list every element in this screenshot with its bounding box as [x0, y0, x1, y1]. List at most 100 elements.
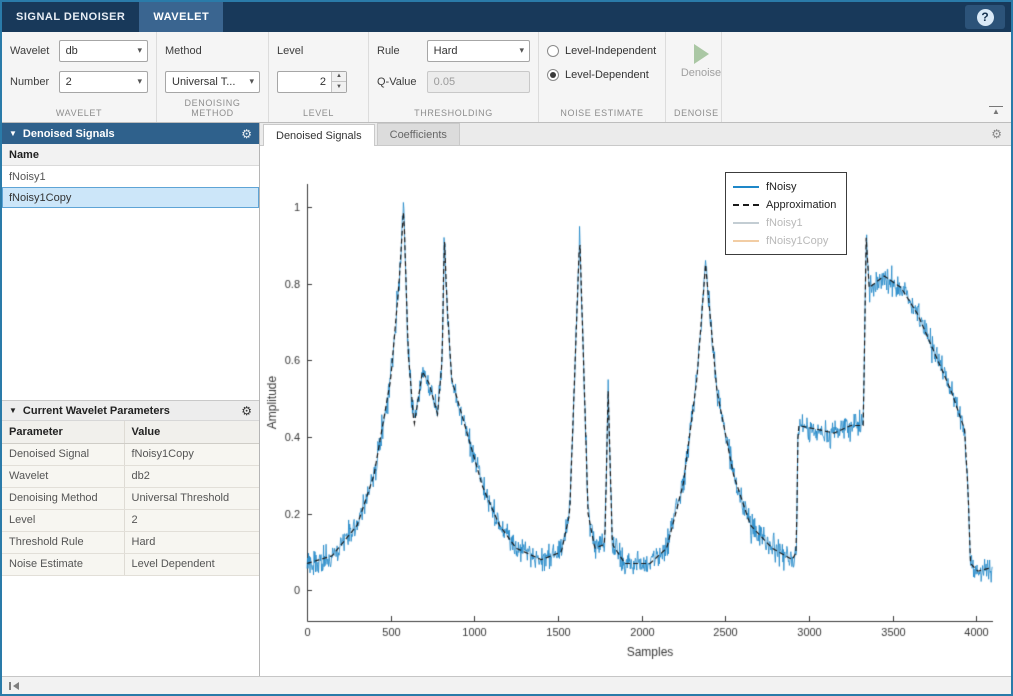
wavelet-dropdown-value: db	[65, 44, 78, 57]
toolstrip-section-wavelet: Wavelet db ▾ Number 2 ▾ WAVELET	[2, 32, 157, 122]
section-label-wavelet: WAVELET	[55, 108, 103, 118]
qvalue-label: Q-Value	[377, 75, 417, 88]
param-value: Level Dependent	[124, 553, 259, 576]
collapse-triangle-icon[interactable]: ▼	[9, 406, 17, 415]
rule-dropdown-value: Hard	[433, 44, 458, 57]
spinner-down-icon[interactable]: ▼	[332, 82, 346, 92]
denoised-signals-header[interactable]: ▼ Denoised Signals ⚙	[2, 123, 259, 144]
spinner-up-icon[interactable]: ▲	[332, 71, 346, 82]
toolstrip-section-noise-estimate: Level-Independent Level-Dependent NOISE …	[539, 32, 666, 122]
toolstrip-section-thresholding: Rule Hard ▾ Q-Value 0.05 THRESHOLDING	[369, 32, 539, 122]
plot-area: fNoisy Approximation fNoisy1 fNoisy1Copy	[260, 146, 1011, 676]
left-panel: ▼ Denoised Signals ⚙ Name fNoisy1 fNoisy…	[2, 123, 260, 676]
tab-coefficients[interactable]: Coefficients	[376, 123, 460, 145]
help-area: ?	[959, 2, 1011, 32]
chevron-down-icon: ▾	[519, 45, 524, 55]
document-tab-bar: Denoised Signals Coefficients ⚙	[260, 123, 1011, 146]
tab-signal-denoiser[interactable]: SIGNAL DENOISER	[2, 2, 139, 32]
radio-level-independent-label: Level-Independent	[565, 44, 657, 57]
param-value: 2	[124, 509, 259, 532]
table-row: Denoising Method Universal Threshold	[2, 487, 259, 510]
tab-wavelet[interactable]: WAVELET	[139, 2, 224, 32]
main-area: Denoised Signals Coefficients ⚙ fNoisy A…	[260, 123, 1011, 676]
rule-label: Rule	[377, 44, 400, 57]
param-name: Denoising Method	[2, 487, 125, 510]
toolstrip-section-denoising-method: Method Universal T... ▾ DENOISING METHOD	[157, 32, 269, 122]
section-label-thresholding: THRESHOLDING	[414, 108, 493, 118]
denoised-signals-panel: ▼ Denoised Signals ⚙ Name fNoisy1 fNoisy…	[2, 123, 259, 400]
param-name: Noise Estimate	[2, 553, 125, 576]
rule-dropdown[interactable]: Hard ▾	[426, 39, 530, 62]
chevron-down-icon: ▾	[249, 76, 254, 86]
gear-icon[interactable]: ⚙	[241, 404, 252, 418]
radio-icon[interactable]	[547, 44, 559, 57]
table-row: Level 2	[2, 509, 259, 532]
plot-legend[interactable]: fNoisy Approximation fNoisy1 fNoisy1Copy	[725, 172, 848, 255]
gear-icon[interactable]: ⚙	[241, 127, 252, 141]
param-name: Threshold Rule	[2, 531, 125, 554]
legend-label: Approximation	[766, 198, 837, 211]
legend-label: fNoisy1Copy	[766, 234, 829, 247]
help-icon: ?	[976, 8, 994, 26]
radio-level-independent[interactable]: Level-Independent	[547, 41, 657, 60]
number-label: Number	[10, 75, 50, 88]
status-bar	[2, 676, 1011, 694]
legend-label: fNoisy1	[766, 216, 803, 229]
section-label-denoising-method: DENOISING METHOD	[184, 98, 241, 118]
content-area: ▼ Denoised Signals ⚙ Name fNoisy1 fNoisy…	[2, 123, 1011, 676]
qvalue-input[interactable]: 0.05	[426, 70, 530, 93]
table-row: Noise Estimate Level Dependent	[2, 553, 259, 576]
legend-entry-fnoisy1copy[interactable]: fNoisy1Copy	[733, 232, 836, 249]
app-tab-bar: SIGNAL DENOISER WAVELET ?	[2, 2, 1011, 32]
chevron-down-icon: ▾	[137, 76, 142, 86]
radio-level-dependent-label: Level-Dependent	[565, 68, 649, 81]
param-value: Universal Threshold	[124, 487, 259, 510]
help-button[interactable]: ?	[965, 5, 1005, 29]
section-label-noise-estimate: NOISE ESTIMATE	[560, 108, 644, 118]
legend-entry-approximation[interactable]: Approximation	[733, 196, 836, 213]
wavelet-parameters-header[interactable]: ▼ Current Wavelet Parameters ⚙	[2, 400, 259, 421]
number-dropdown-value: 2	[65, 75, 72, 88]
collapse-panel-icon[interactable]	[7, 681, 21, 691]
level-spinner[interactable]: 2 ▲ ▼	[277, 70, 347, 93]
level-spinner-value: 2	[319, 75, 326, 88]
signal-row-fnoisy1[interactable]: fNoisy1	[2, 166, 259, 187]
legend-line-sample	[733, 203, 759, 206]
radio-icon[interactable]	[547, 68, 559, 81]
param-name: Level	[2, 509, 125, 532]
section-label-denoise: DENOISE	[674, 108, 719, 118]
section-label-level: LEVEL	[302, 108, 335, 118]
table-row: Threshold Rule Hard	[2, 531, 259, 554]
signals-name-header: Name	[2, 144, 259, 166]
app-window: SIGNAL DENOISER WAVELET ? Wavelet db ▾ N…	[0, 0, 1013, 696]
level-label: Level	[277, 44, 304, 57]
denoised-signals-title: Denoised Signals	[22, 127, 115, 140]
parameters-col-header: Parameter	[2, 421, 125, 444]
collapse-toolstrip-button[interactable]: ▲	[989, 106, 1003, 117]
param-value: db2	[124, 465, 259, 488]
legend-line-sample	[733, 239, 759, 242]
denoise-button-label: Denoise	[680, 67, 722, 79]
tab-denoised-signals[interactable]: Denoised Signals	[263, 124, 375, 146]
signal-plot-canvas[interactable]	[260, 146, 1011, 676]
gear-icon[interactable]: ⚙	[991, 127, 1002, 141]
toolstrip-section-denoise: Denoise DENOISE	[666, 32, 722, 122]
toolstrip: Wavelet db ▾ Number 2 ▾ WAVELET Method U…	[2, 32, 1011, 123]
radio-level-dependent[interactable]: Level-Dependent	[547, 65, 657, 84]
number-dropdown[interactable]: 2 ▾	[58, 70, 148, 93]
wavelet-dropdown[interactable]: db ▾	[58, 39, 148, 62]
param-value: fNoisy1Copy	[124, 443, 259, 466]
wavelet-label: Wavelet	[10, 44, 50, 57]
legend-entry-fnoisy[interactable]: fNoisy	[733, 178, 836, 195]
collapse-triangle-icon[interactable]: ▼	[9, 129, 17, 138]
chevron-down-icon: ▾	[137, 45, 142, 55]
value-col-header: Value	[124, 421, 259, 444]
table-row: Denoised Signal fNoisy1Copy	[2, 443, 259, 466]
signal-row-fnoisy1copy[interactable]: fNoisy1Copy	[2, 187, 259, 208]
method-dropdown[interactable]: Universal T... ▾	[165, 70, 260, 93]
param-value: Hard	[124, 531, 259, 554]
parameters-table: Parameter Value Denoised Signal fNoisy1C…	[2, 421, 259, 576]
signals-empty-area	[2, 208, 259, 400]
denoise-button[interactable]: Denoise	[674, 39, 728, 79]
legend-entry-fnoisy1[interactable]: fNoisy1	[733, 214, 836, 231]
